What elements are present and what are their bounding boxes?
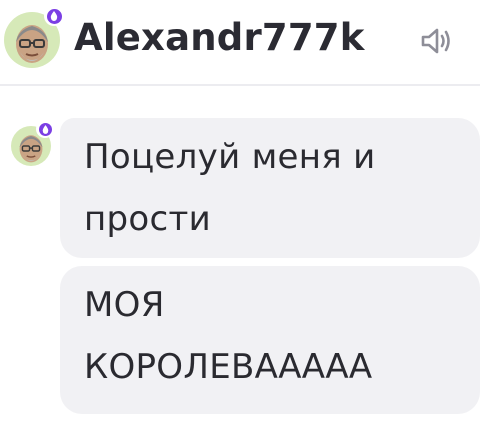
drop-icon — [50, 11, 58, 21]
message-bubble[interactable]: МОЯ КОРОЛЕВААААА — [60, 266, 480, 414]
speaker-volume-icon[interactable] — [418, 26, 454, 56]
message-bubble[interactable]: Поцелуй меня и прости — [60, 118, 480, 258]
online-status-icon — [36, 120, 54, 138]
chat-username[interactable]: Alexandr777k — [74, 16, 365, 59]
chat-header: Alexandr777k — [0, 0, 480, 86]
online-status-icon — [44, 6, 64, 26]
drop-icon — [42, 124, 48, 134]
